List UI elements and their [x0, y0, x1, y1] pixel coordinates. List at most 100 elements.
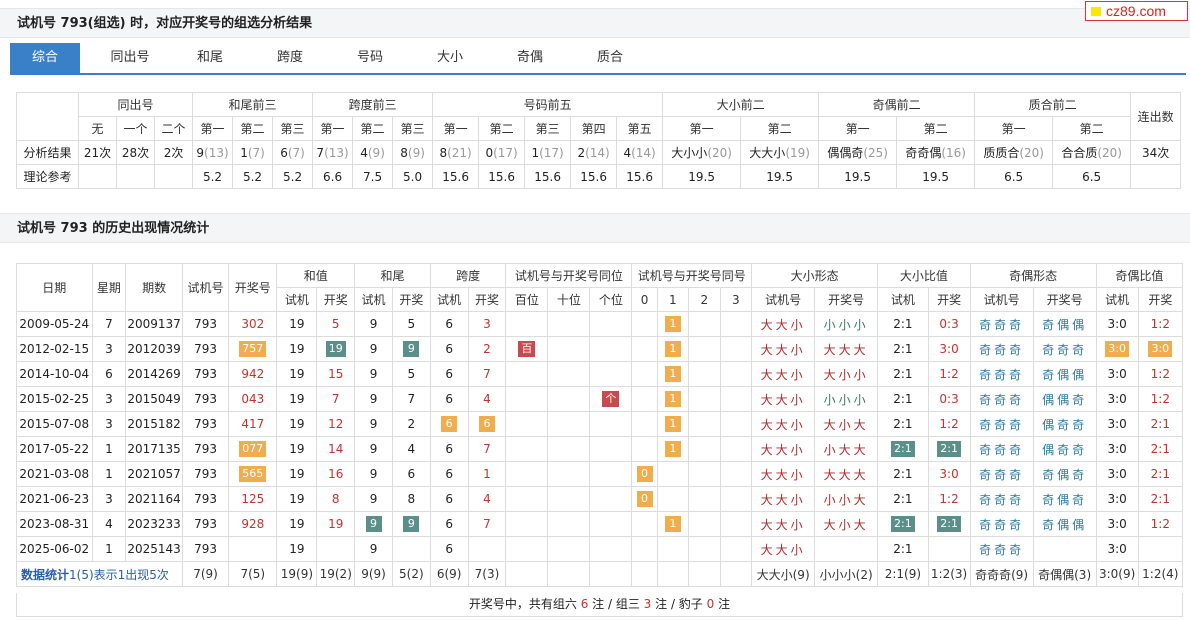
- history-cell: 大大大: [814, 336, 879, 362]
- history-cell: [719, 411, 753, 437]
- cell-value: 1:2: [1150, 517, 1170, 531]
- stats-label-cell: 数据统计1(5)表示1出现5次: [16, 561, 183, 587]
- history-cell: 奇奇奇: [969, 411, 1034, 437]
- cell-count: (14): [631, 145, 656, 160]
- analysis-cell: [1130, 164, 1182, 189]
- tab-2[interactable]: 和尾: [170, 43, 250, 73]
- cell-value: 3:0: [1107, 392, 1127, 406]
- history-cell: 2014269: [125, 361, 183, 387]
- cell-value: 5.2: [283, 169, 303, 184]
- cell-value: 15.6: [626, 169, 653, 184]
- tab-4[interactable]: 号码: [330, 43, 410, 73]
- sub-header: 第一: [818, 116, 898, 141]
- history-cell: [688, 511, 721, 537]
- history-cell: 2021164: [125, 486, 183, 512]
- stat-cell: 小小小(2): [814, 561, 879, 587]
- cell-count: (17): [493, 145, 518, 160]
- cell-value: 565: [239, 466, 267, 482]
- sub-header: 第二: [232, 116, 274, 141]
- history-cell: 3:0: [1095, 411, 1139, 437]
- history-cell: [505, 511, 549, 537]
- history-header: 跨度: [429, 263, 507, 288]
- history-cell: 大大小: [751, 536, 816, 562]
- cell-value: 3:0: [1107, 442, 1127, 456]
- history-header: 开奖号: [228, 263, 278, 312]
- history-cell: 2:1: [877, 411, 929, 437]
- tab-6[interactable]: 奇偶: [490, 43, 570, 73]
- history-cell: 6: [429, 486, 469, 512]
- cell-value: 2014-10-04: [19, 367, 90, 381]
- history-cell: [547, 386, 591, 412]
- cell-value: 1: [664, 366, 681, 382]
- history-cell: 奇奇奇: [969, 386, 1034, 412]
- cell-value: 2:1: [891, 516, 915, 532]
- tab-7[interactable]: 质合: [570, 43, 650, 73]
- history-cell: 2: [391, 411, 431, 437]
- cell-value: 2021-03-08: [19, 467, 90, 481]
- history-cell: [719, 436, 753, 462]
- history-subheader: 试机号: [751, 287, 816, 312]
- group-header: 质合前二: [974, 92, 1132, 117]
- history-cell: [316, 536, 356, 562]
- cell-value: 9: [369, 367, 378, 381]
- cell-value: 9: [196, 145, 205, 160]
- cell-count: (21): [447, 145, 472, 160]
- analysis-cell: 4(14): [616, 140, 664, 165]
- cell-value: 6: [441, 416, 458, 432]
- history-cell: [589, 511, 633, 537]
- cell-value: 大大小: [749, 146, 786, 160]
- cell-value: 19.5: [766, 169, 793, 184]
- history-cell: 3:0: [1095, 311, 1139, 337]
- stat-cell: 19(9): [276, 561, 318, 587]
- cell-value: 19: [289, 492, 305, 506]
- sub-header: 第一: [432, 116, 480, 141]
- cell-value: 个: [602, 391, 620, 407]
- history-cell: 7: [316, 386, 356, 412]
- history-subheader: 试机: [1095, 287, 1139, 312]
- analysis-cell: 1(17): [524, 140, 572, 165]
- history-cell: 3: [91, 336, 127, 362]
- history-cell: 0: [631, 461, 658, 487]
- history-subheader: 开奖: [1137, 287, 1184, 312]
- history-cell: 1: [91, 436, 127, 462]
- cell-value: 5: [407, 317, 416, 331]
- cell-value: 3: [105, 492, 113, 506]
- section-title-analysis: 试机号 793(组选) 时，对应开奖号的组选分析结果: [0, 8, 1190, 38]
- analysis-cell: 大大小(19): [740, 140, 820, 165]
- analysis-cell: 19.5: [740, 164, 820, 189]
- cell-value: 1:2: [939, 367, 959, 381]
- tab-1[interactable]: 同出号: [90, 43, 170, 73]
- tab-0[interactable]: 综合: [10, 43, 80, 73]
- history-cell: [505, 486, 549, 512]
- tab-5[interactable]: 大小: [410, 43, 490, 73]
- history-cell: [589, 411, 633, 437]
- cell-value: 417: [241, 417, 265, 431]
- history-cell: 1:2: [1137, 511, 1184, 537]
- history-cell: 1: [656, 436, 690, 462]
- cell-value: 1:2: [939, 417, 959, 431]
- tab-3[interactable]: 跨度: [250, 43, 330, 73]
- cell-value: 9: [403, 341, 420, 357]
- history-cell: 2009-05-24: [16, 311, 93, 337]
- cell-value: 19: [289, 417, 305, 431]
- history-cell: 2021-03-08: [16, 461, 93, 487]
- history-cell: 2015-02-25: [16, 386, 93, 412]
- cell-value: 793: [194, 442, 217, 456]
- history-cell: [688, 361, 721, 387]
- history-header: 日期: [16, 263, 93, 312]
- history-cell: 2:1: [877, 486, 929, 512]
- history-subheader: 2: [688, 287, 721, 312]
- stat-cell: 奇奇奇(9): [969, 561, 1034, 587]
- history-cell: 19: [276, 511, 318, 537]
- history-row: 2023-08-31 4 2023233 793 928 19 19 9 9 6 7 1 大大小 大小大 2…: [16, 511, 1184, 537]
- cell-value: 19.5: [844, 169, 871, 184]
- history-cell: 6: [429, 511, 469, 537]
- cell-value: 9: [369, 542, 378, 556]
- analysis-cell: [78, 164, 117, 189]
- cell-value: 奇奇奇: [979, 392, 1025, 407]
- history-cell: 15: [316, 361, 356, 387]
- history-cell: 偶奇奇: [1032, 436, 1097, 462]
- brand-logo[interactable]: cz89.com: [1085, 1, 1188, 21]
- cell-value: 6: [478, 416, 495, 432]
- sub-header: 第一: [974, 116, 1054, 141]
